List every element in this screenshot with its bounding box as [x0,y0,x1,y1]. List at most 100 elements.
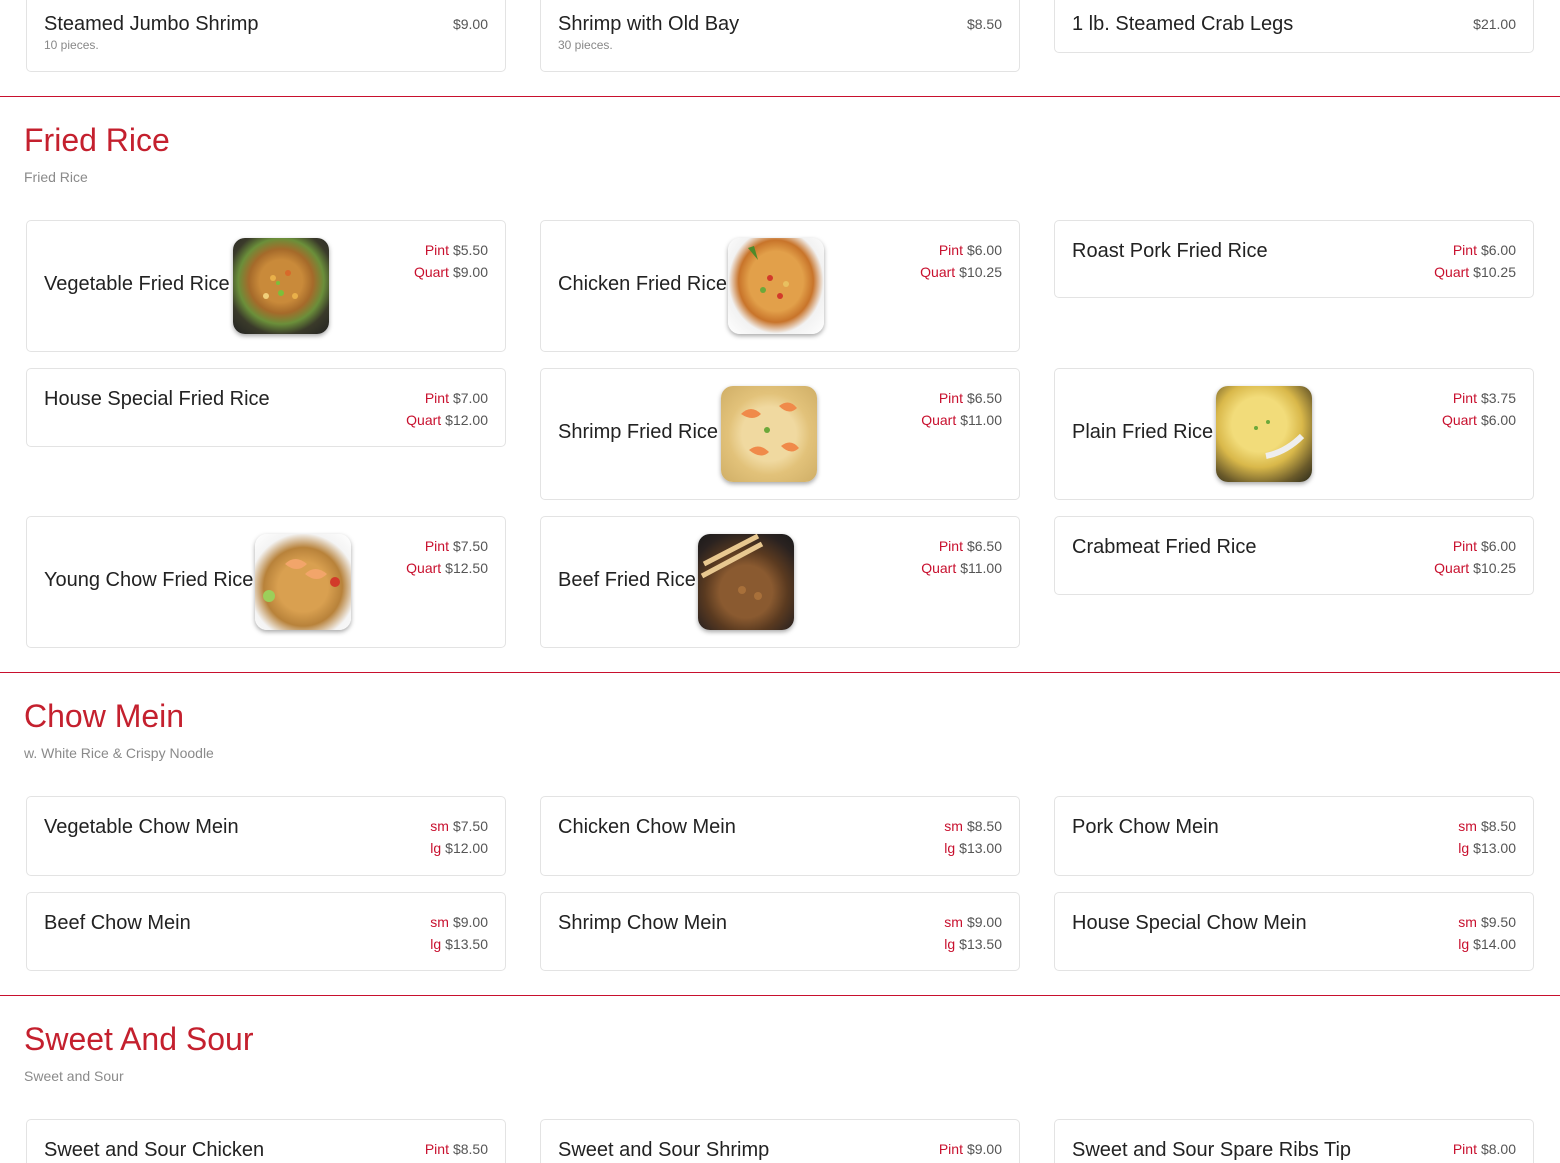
menu-item-card[interactable]: Chicken Chow Mein sm $8.50 lg $13.00 [540,796,1020,876]
size-label: Quart [406,560,442,576]
young-chow-fried-rice-photo[interactable] [255,534,351,630]
item-prices: Pint $6.00 Quart $10.25 [920,239,1002,283]
size-label: Quart [406,412,442,428]
menu-item-card[interactable]: Young Chow Fried Rice Pint $7.50 Quart $12… [26,516,506,648]
section-divider [0,96,1560,97]
menu-item-card[interactable]: Beef Fried Rice Pint $6.50 Quart $11.00 [540,516,1020,648]
size-label: sm [944,914,963,930]
item-prices: Pint $7.50 Quart $12.50 [406,535,488,579]
item-price: $8.50 [966,818,1002,834]
item-price: $12.50 [445,560,488,576]
size-label: lg [1458,840,1470,856]
item-prices: Pint $5.50 Quart $9.00 [414,239,488,283]
plain-fried-rice-photo[interactable] [1216,386,1312,482]
menu-item-card[interactable]: Shrimp Chow Mein sm $9.00 lg $13.50 [540,892,1020,971]
item-description: 10 pieces. [44,38,99,52]
size-label: Pint [938,1141,963,1157]
section-subtitle: w. White Rice & Crispy Noodle [24,745,214,761]
item-prices: $21.00 [1473,13,1516,35]
item-price: $11.00 [960,560,1002,576]
item-price: $8.00 [1480,1141,1516,1157]
item-name: Beef Fried Rice [558,569,696,591]
item-name: Beef Chow Mein [44,912,191,934]
menu-item-card[interactable]: Shrimp Fried Rice Pint $6.50 Quart $11.00 [540,368,1020,500]
item-price: $6.00 [966,242,1002,258]
item-price: $7.50 [452,538,488,554]
item-price: $9.00 [966,914,1002,930]
size-label: Quart [413,264,449,280]
item-name: Steamed Jumbo Shrimp [44,13,259,35]
size-label: sm [430,818,449,834]
item-price: $7.50 [452,818,488,834]
menu-item-card[interactable]: House Special Fried Rice Pint $7.00 Quart… [26,368,506,447]
item-prices: sm $8.50 lg $13.00 [1458,815,1516,859]
size-label: Pint [1452,242,1477,258]
item-price: $21.00 [1473,16,1516,32]
size-label: Quart [920,264,956,280]
size-label: Pint [938,242,963,258]
item-price: $9.00 [452,264,488,280]
menu-item-card[interactable]: Chicken Fried Rice Pint $6.00 Quart $10.25 [540,220,1020,352]
size-label: sm [944,818,963,834]
menu-item-card[interactable]: Shrimp with Old Bay 30 pieces. $8.50 [540,0,1020,72]
menu-item-card[interactable]: Roast Pork Fried Rice Pint $6.00 Quart $10… [1054,220,1534,298]
item-prices: Pint $7.00 Quart $12.00 [406,387,488,431]
item-name: House Special Chow Mein [1072,912,1307,934]
menu-item-card[interactable]: Vegetable Fried Rice Pint $5.50 Quart $9.0… [26,220,506,352]
section-divider [0,995,1560,996]
rice-texture [748,246,789,299]
beef-fried-rice-photo[interactable] [698,534,794,630]
size-label: Quart [1434,560,1470,576]
item-prices: Pint $8.50 [425,1138,488,1160]
size-label: Quart [1441,412,1477,428]
rice-texture [263,559,340,602]
item-name: House Special Fried Rice [44,388,270,410]
item-price: $13.50 [959,936,1002,952]
item-price: $6.00 [1480,242,1516,258]
size-label: lg [944,840,956,856]
item-prices: sm $8.50 lg $13.00 [944,815,1002,859]
menu-item-card[interactable]: 1 lb. Steamed Crab Legs $21.00 [1054,0,1534,53]
item-name: Sweet and Sour Shrimp [558,1139,770,1161]
menu-item-card[interactable]: House Special Chow Mein sm $9.50 lg $14.00 [1054,892,1534,971]
size-label: sm [430,914,449,930]
item-name: Shrimp Chow Mein [558,912,727,934]
item-prices: Pint $6.00 Quart $10.25 [1434,239,1516,283]
size-label: lg [430,840,442,856]
item-price: $6.00 [1480,412,1516,428]
item-price: $7.00 [452,390,488,406]
item-prices: sm $9.00 lg $13.50 [430,911,488,955]
shrimp-fried-rice-photo[interactable] [721,386,817,482]
rice-texture [700,534,764,600]
item-price: $8.50 [1480,818,1516,834]
menu-page: Steamed Jumbo Shrimp 10 pieces. $9.00 Sh… [0,0,1560,1163]
item-price: $10.25 [1473,264,1516,280]
section-subtitle: Sweet and Sour [24,1068,124,1084]
item-price: $6.00 [1480,538,1516,554]
item-prices: Pint $8.00 [1453,1138,1516,1160]
item-price: $10.25 [1473,560,1516,576]
menu-item-card[interactable]: Pork Chow Mein sm $8.50 lg $13.00 [1054,796,1534,876]
menu-item-card[interactable]: Plain Fried Rice Pint $3.75 Quart $6.00 [1054,368,1534,500]
menu-item-card[interactable]: Sweet and Sour Spare Ribs Tip Pint $8.00 [1054,1119,1534,1163]
section-title: Fried Rice [24,122,170,158]
menu-item-card[interactable]: Crabmeat Fried Rice Pint $6.00 Quart $10.2… [1054,516,1534,595]
item-name: 1 lb. Steamed Crab Legs [1072,13,1294,35]
menu-item-card[interactable]: Sweet and Sour Shrimp Pint $9.00 [540,1119,1020,1163]
item-price: $12.00 [445,840,488,856]
menu-item-card[interactable]: Beef Chow Mein sm $9.00 lg $13.50 [26,892,506,971]
vegetable-fried-rice-photo[interactable] [233,238,329,334]
item-price: $5.50 [452,242,488,258]
item-prices: Pint $3.75 Quart $6.00 [1442,387,1516,431]
menu-item-card[interactable]: Vegetable Chow Mein sm $7.50 lg $12.00 [26,796,506,876]
menu-item-card[interactable]: Sweet and Sour Chicken Pint $8.50 [26,1119,506,1163]
item-name: Chicken Chow Mein [558,816,736,838]
item-name: Shrimp with Old Bay [558,13,740,35]
item-prices: sm $9.00 lg $13.50 [944,911,1002,955]
size-label: lg [1458,936,1470,952]
item-prices: Pint $9.00 [939,1138,1002,1160]
chicken-fried-rice-photo[interactable] [728,238,824,334]
item-price: $3.75 [1480,390,1516,406]
menu-item-card[interactable]: Steamed Jumbo Shrimp 10 pieces. $9.00 [26,0,506,72]
item-price: $12.00 [445,412,488,428]
